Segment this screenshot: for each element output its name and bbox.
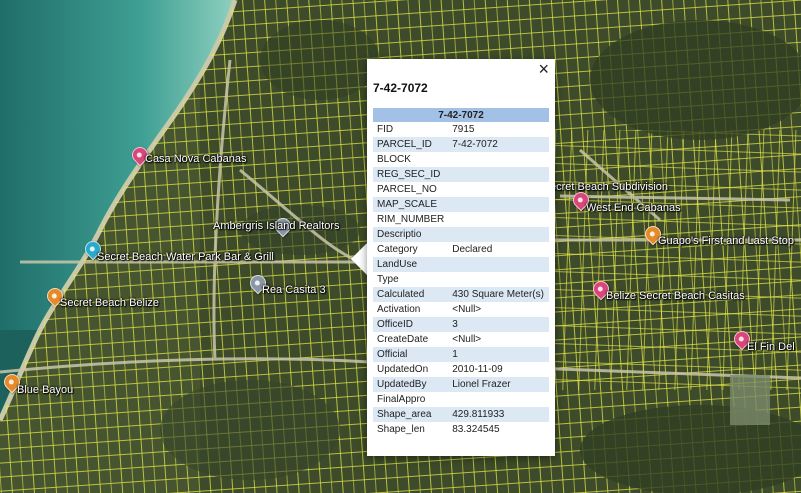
attribute-key: Official bbox=[373, 347, 449, 362]
poi-label: Rea Casita 3 bbox=[262, 284, 326, 296]
attribute-value: 1 bbox=[448, 347, 549, 362]
attribute-value: <Null> bbox=[452, 304, 482, 315]
table-row: Shape_area 429.811933 bbox=[373, 407, 549, 422]
table-row: CreateDate <Null> bbox=[373, 332, 549, 347]
attribute-value bbox=[448, 257, 549, 272]
attribute-key: Calculated bbox=[373, 287, 449, 302]
popup-title: 7-42-7072 bbox=[373, 81, 428, 95]
attribute-value: Declared bbox=[452, 244, 493, 255]
table-row: OfficeID 3 bbox=[373, 317, 549, 332]
table-row: FID 7915 bbox=[373, 122, 549, 137]
attribute-value: 3 bbox=[448, 317, 549, 332]
attribute-table: 7-42-7072 FID 7915 PARCEL_ID 7-42-7072 BLOCK… bbox=[373, 108, 549, 437]
poi-label: Secret Beach Water Park Bar & Grill bbox=[97, 251, 274, 263]
poi-label: Ambergris Island Realtors bbox=[213, 220, 340, 232]
table-row: MAP_SCALE bbox=[373, 197, 549, 212]
attribute-key: Descriptio bbox=[373, 227, 449, 242]
attribute-value bbox=[448, 227, 549, 242]
attribute-value: 2010-11-09 bbox=[452, 364, 503, 375]
table-row: RIM_NUMBER bbox=[373, 212, 549, 227]
attribute-key: PARCEL_NO bbox=[377, 184, 437, 195]
table-row: Descriptio bbox=[373, 227, 549, 242]
attribute-key: Type bbox=[377, 274, 399, 285]
table-row: LandUse bbox=[373, 257, 549, 272]
attribute-key: FID bbox=[377, 124, 394, 135]
attribute-key: MAP_SCALE bbox=[373, 197, 449, 212]
attribute-value: 83.324545 bbox=[452, 424, 500, 435]
attribute-key: LandUse bbox=[373, 257, 449, 272]
table-row: Official 1 bbox=[373, 347, 549, 362]
poi-label: Guapo's First and Last Stop bbox=[658, 235, 795, 247]
attribute-key: RIM_NUMBER bbox=[377, 214, 445, 225]
attribute-key: REG_SEC_ID bbox=[373, 167, 449, 182]
poi-label: El Fin Del bbox=[747, 341, 795, 353]
table-row: UpdatedBy Lionel Frazer bbox=[373, 377, 549, 392]
attribute-value: Lionel Frazer bbox=[448, 377, 549, 392]
attribute-key: UpdatedOn bbox=[377, 364, 429, 375]
poi-label: ecret Beach Subdivision bbox=[550, 181, 669, 193]
attribute-value: 7915 bbox=[452, 124, 475, 135]
table-row: Type bbox=[373, 272, 549, 287]
table-row: UpdatedOn 2010-11-09 bbox=[373, 362, 549, 377]
table-row: Calculated 430 Square Meter(s) bbox=[373, 287, 549, 302]
popup-pointer bbox=[351, 243, 367, 275]
attribute-key: FinalAppro bbox=[377, 394, 426, 405]
attribute-value bbox=[448, 167, 549, 182]
poi-label: Secret Beach Belize bbox=[60, 297, 160, 309]
attribute-value bbox=[448, 212, 549, 227]
attribute-value bbox=[448, 392, 549, 407]
attribute-key: BLOCK bbox=[377, 154, 411, 165]
attribute-key: Shape_area bbox=[373, 407, 449, 422]
attribute-key: CreateDate bbox=[377, 334, 429, 345]
table-row: Shape_len 83.324545 bbox=[373, 422, 549, 437]
table-row: Category Declared bbox=[373, 242, 549, 257]
attribute-key: Activation bbox=[377, 304, 421, 315]
attribute-value bbox=[448, 182, 549, 197]
attribute-value bbox=[448, 152, 549, 167]
poi-label: Casa Nova Cabanas bbox=[145, 153, 247, 165]
attribute-table-header: 7-42-7072 bbox=[373, 108, 549, 122]
attribute-key: UpdatedBy bbox=[373, 377, 449, 392]
attribute-key: OfficeID bbox=[373, 317, 449, 332]
table-row: PARCEL_NO bbox=[373, 182, 549, 197]
table-row: PARCEL_ID 7-42-7072 bbox=[373, 137, 549, 152]
attribute-value: 7-42-7072 bbox=[448, 137, 549, 152]
close-icon[interactable]: × bbox=[538, 60, 549, 78]
parcel-info-popup: × 7-42-7072 7-42-7072 FID 7915 PARCEL_ID 7-… bbox=[367, 59, 555, 456]
attribute-value: <Null> bbox=[452, 334, 482, 345]
attribute-value: 429.811933 bbox=[448, 407, 549, 422]
attribute-key: Category bbox=[377, 244, 418, 255]
attribute-value bbox=[448, 197, 549, 212]
table-row: Activation <Null> bbox=[373, 302, 549, 317]
poi-label: Belize Secret Beach Casitas bbox=[606, 290, 745, 302]
table-row: REG_SEC_ID bbox=[373, 167, 549, 182]
attribute-key: Shape_len bbox=[377, 424, 425, 435]
table-row: FinalAppro bbox=[373, 392, 549, 407]
poi-label: Blue Bayou bbox=[17, 384, 74, 396]
attribute-value: 430 Square Meter(s) bbox=[448, 287, 549, 302]
poi-label: West End Cabanas bbox=[586, 202, 681, 214]
table-row: BLOCK bbox=[373, 152, 549, 167]
attribute-key: PARCEL_ID bbox=[373, 137, 449, 152]
attribute-value bbox=[448, 272, 549, 287]
